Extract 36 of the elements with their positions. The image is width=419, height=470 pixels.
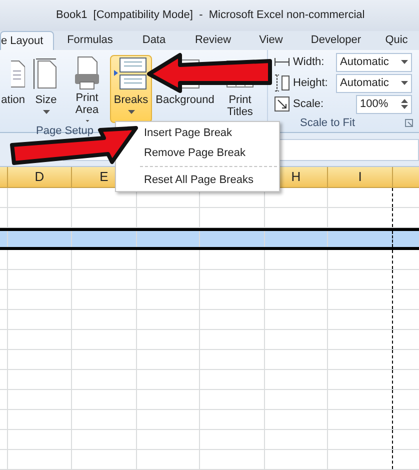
ribbon-tab[interactable]: e Layout	[0, 31, 54, 50]
ribbon-tab[interactable]: Formulas	[54, 31, 126, 50]
ribbon-tab[interactable]: View	[244, 31, 298, 50]
page-size-icon	[33, 58, 59, 90]
dialog-launcher-icon[interactable]	[405, 118, 413, 127]
group-label: Page Setup	[36, 124, 94, 139]
arrow-icon	[8, 124, 140, 166]
dropdown-field[interactable]: 100%	[356, 94, 412, 114]
dropdown-field[interactable]: Automatic	[336, 52, 412, 72]
ribbon-tab[interactable]: Review	[182, 31, 244, 50]
field-label: Scale:	[293, 96, 325, 112]
ribbon-tab[interactable]: Developer	[298, 31, 374, 50]
dropdown-field[interactable]: Automatic	[336, 74, 412, 93]
ribbon-tab[interactable]: Data	[126, 31, 182, 50]
column-header[interactable]: D	[8, 167, 72, 187]
height-icon	[274, 74, 290, 92]
ribbon-button[interactable]: Size	[28, 55, 64, 123]
ribbon-button[interactable]: ation	[0, 55, 26, 123]
field-label: Height:	[293, 76, 329, 91]
page-breaks-icon	[114, 57, 148, 91]
field-label: Width:	[293, 55, 326, 70]
group-label: Scale to Fit	[299, 116, 356, 130]
ribbon-tab[interactable]: Quic	[374, 31, 419, 50]
menu-item[interactable]: Remove Page Break	[140, 143, 279, 163]
caret-icon	[128, 110, 134, 114]
spinner-icon	[401, 99, 408, 110]
scale-icon	[274, 96, 290, 112]
page-icon	[11, 59, 25, 89]
window-title: Book1 [Compatibility Mode] - Microsoft Excel non-commercial	[56, 8, 365, 24]
menu-item[interactable]: Insert Page Break	[140, 123, 279, 143]
caret-icon	[42, 110, 50, 114]
ribbon-button[interactable]: Print Area	[66, 55, 108, 123]
caret-icon	[84, 120, 90, 122]
column-header[interactable]: I	[328, 167, 393, 187]
ribbon-button[interactable]: Breaks	[110, 55, 152, 123]
printer-icon	[73, 56, 101, 90]
